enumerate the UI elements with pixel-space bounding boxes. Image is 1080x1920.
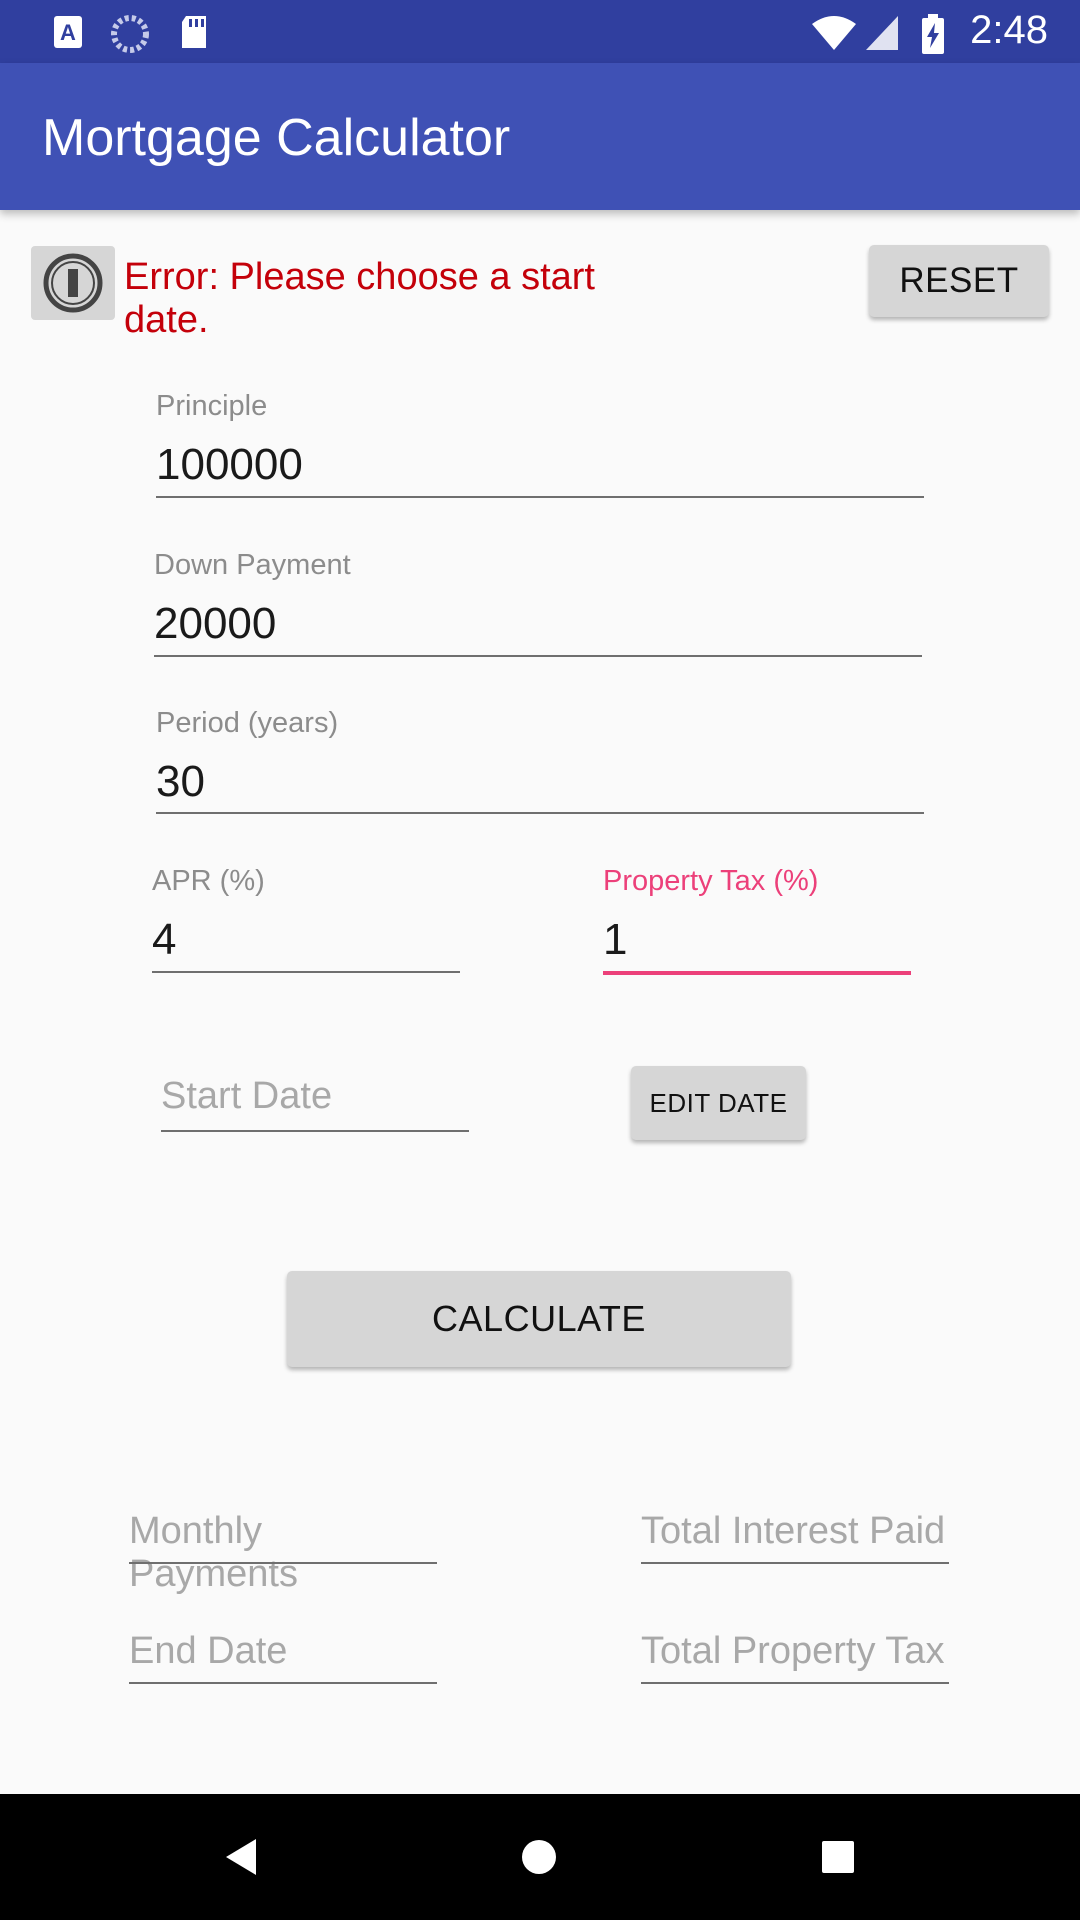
principle-field[interactable]: Principle 100000 [156, 388, 924, 500]
property-tax-input[interactable]: 1 [603, 915, 627, 965]
info-button[interactable] [31, 246, 115, 320]
total-property-tax-hint: Total Property Tax [641, 1630, 945, 1672]
navigation-bar [0, 1794, 1080, 1920]
back-icon[interactable] [222, 1837, 258, 1877]
cell-signal-icon [866, 16, 898, 50]
end-date-field: End Date [129, 1630, 437, 1685]
total-interest-underline [641, 1562, 949, 1564]
error-message: Error: Please choose a start date. [124, 256, 595, 341]
apr-label: APR (%) [152, 865, 265, 897]
monthly-payments-hint: Monthly Payments [129, 1510, 298, 1595]
down-payment-underline [154, 655, 922, 657]
battery-charging-icon [922, 14, 944, 54]
property-tax-underline [603, 971, 911, 975]
end-date-underline [129, 1682, 437, 1684]
period-field[interactable]: Period (years) 30 [156, 705, 924, 817]
down-payment-input[interactable]: 20000 [154, 599, 276, 649]
period-label: Period (years) [156, 707, 339, 739]
edit-date-button[interactable]: EDIT DATE [631, 1066, 806, 1140]
apr-input[interactable]: 4 [152, 915, 176, 965]
start-date-underline [161, 1130, 469, 1132]
app-bar: Mortgage Calculator [0, 63, 1080, 210]
info-icon [43, 253, 103, 313]
property-tax-field[interactable]: Property Tax (%) 1 [603, 863, 911, 977]
wifi-icon [812, 16, 856, 50]
principle-label: Principle [156, 390, 268, 422]
calculate-button[interactable]: CALCULATE [287, 1271, 791, 1367]
sd-card-icon [182, 16, 206, 48]
total-interest-field: Total Interest Paid [641, 1510, 949, 1565]
total-interest-hint: Total Interest Paid [641, 1510, 946, 1552]
period-underline [156, 812, 924, 814]
a-notification-icon: A [54, 16, 82, 48]
recents-icon[interactable] [821, 1840, 855, 1874]
property-tax-label: Property Tax (%) [603, 865, 819, 897]
monthly-payments-underline [129, 1562, 437, 1564]
total-property-tax-field: Total Property Tax [641, 1630, 949, 1685]
total-property-tax-underline [641, 1682, 949, 1684]
home-icon[interactable] [521, 1839, 557, 1875]
apr-field[interactable]: APR (%) 4 [152, 863, 460, 975]
reset-button[interactable]: RESET [869, 245, 1049, 317]
status-time: 2:48 [970, 8, 1048, 52]
sync-circle-icon [111, 15, 149, 53]
down-payment-label: Down Payment [154, 549, 351, 581]
principle-input[interactable]: 100000 [156, 440, 303, 490]
start-date-field[interactable]: Start Date [161, 1072, 469, 1132]
end-date-hint: End Date [129, 1630, 288, 1672]
down-payment-field[interactable]: Down Payment 20000 [154, 547, 922, 659]
monthly-payments-field: Monthly Payments [129, 1510, 437, 1595]
apr-underline [152, 971, 460, 973]
period-input[interactable]: 30 [156, 757, 205, 807]
app-title: Mortgage Calculator [42, 109, 511, 167]
status-bar: A 2:48 [0, 0, 1080, 63]
start-date-hint: Start Date [161, 1075, 333, 1117]
svg-text:A: A [60, 20, 76, 45]
principle-underline [156, 496, 924, 498]
